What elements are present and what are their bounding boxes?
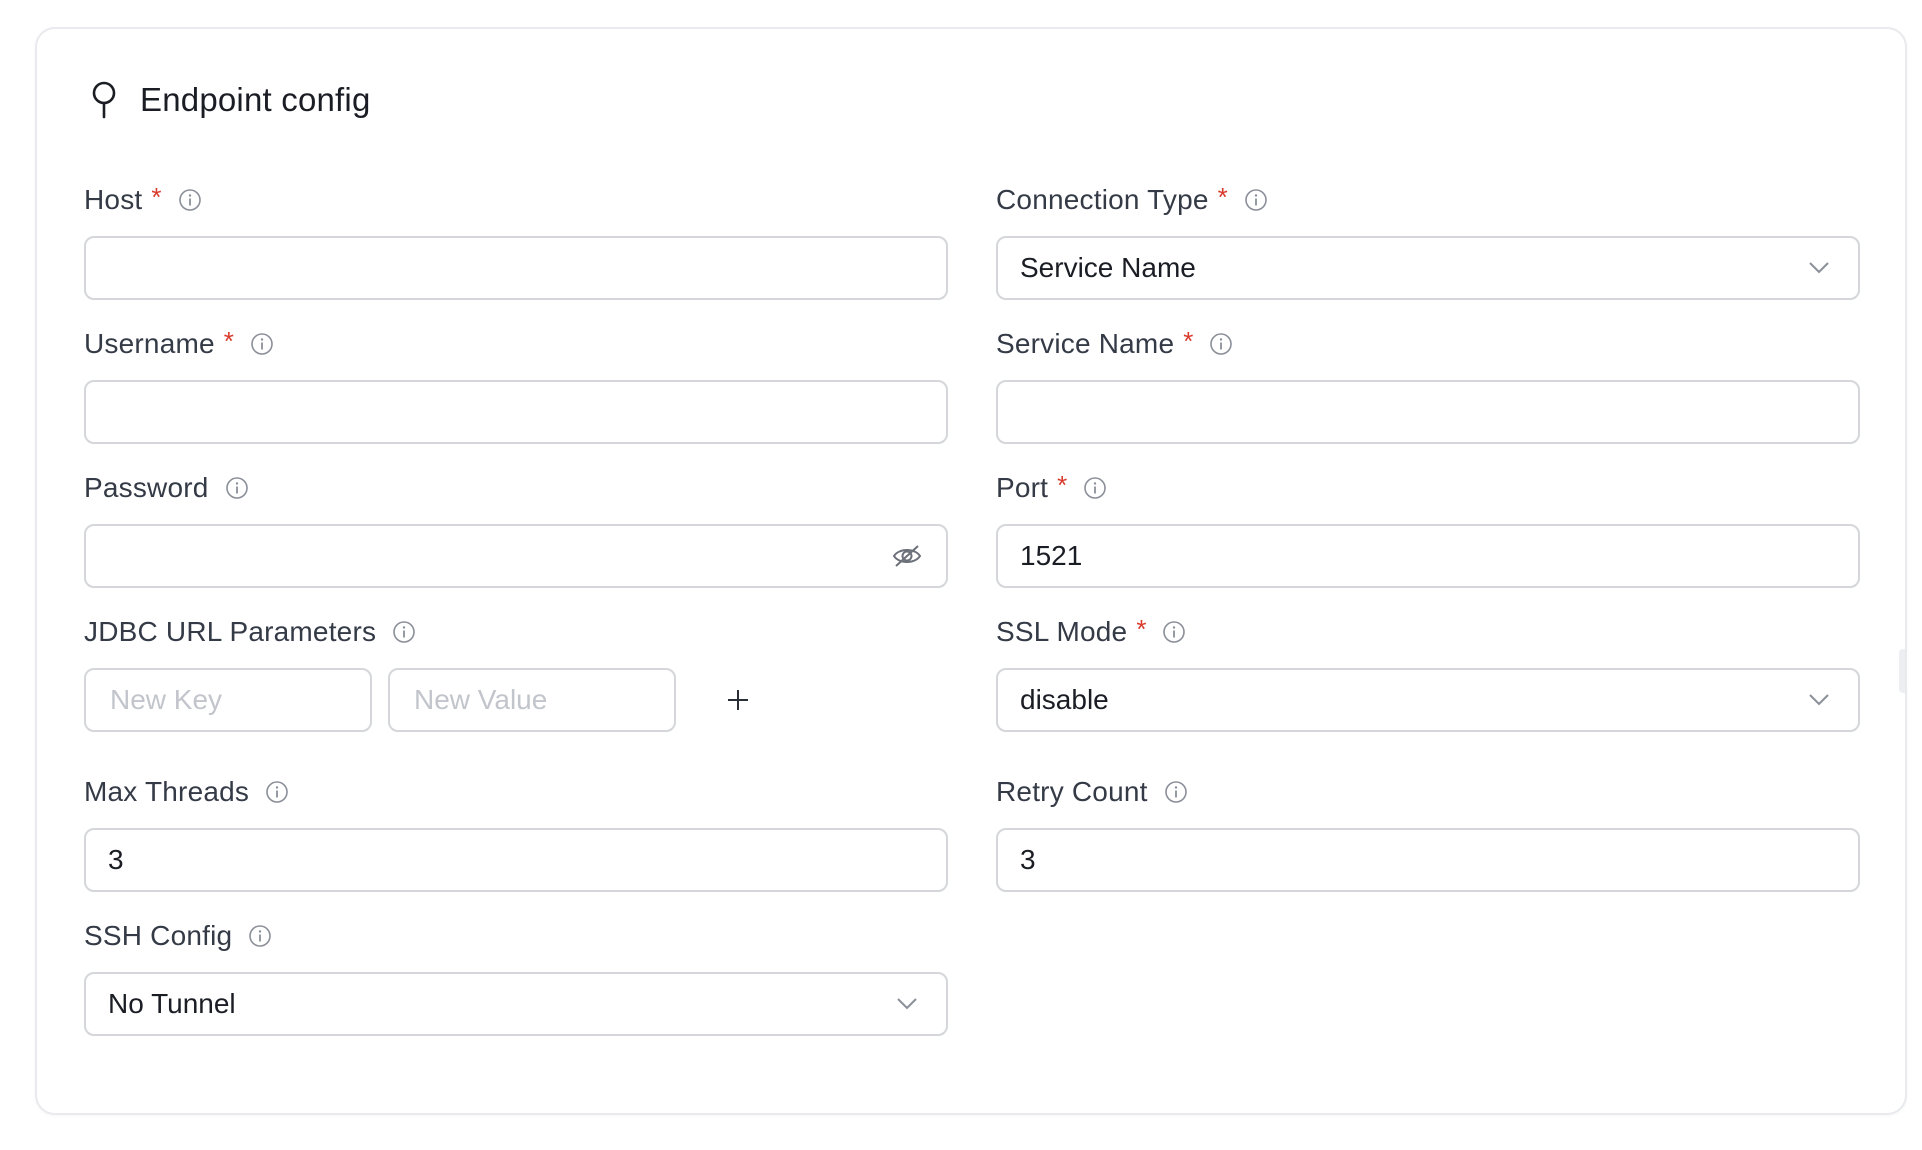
username-label-text: Username [84,328,215,359]
info-icon[interactable] [1083,476,1107,500]
password-label-text: Password [84,472,209,503]
ssl-mode-label-text: SSL Mode [996,616,1128,647]
jdbc-url-params-label-text: JDBC URL Parameters [84,616,377,647]
retry-count-input-value: 3 [1020,844,1036,875]
add-param-button[interactable] [716,678,760,722]
new-value-input[interactable]: New Value [388,668,676,732]
ssl-mode-select[interactable]: disable [996,668,1860,732]
max-threads-input[interactable]: 3 [84,828,948,892]
section-header: Endpoint config [88,80,371,120]
required-marker: * [223,325,234,356]
port-input-value: 1521 [1020,540,1083,571]
ssh-config-field: SSH Config No Tunnel [84,918,948,1036]
port-label-text: Port [996,472,1049,503]
ssh-config-label: SSH Config [84,918,948,954]
username-label: Username * [84,326,948,362]
scroll-edge-indicator [1899,649,1905,693]
host-label: Host * [84,182,948,218]
info-icon[interactable] [178,188,202,212]
connection-type-label-text: Connection Type [996,184,1209,215]
retry-count-label: Retry Count [996,774,1860,810]
service-name-field: Service Name * [996,326,1860,444]
new-value-placeholder: New Value [414,684,548,715]
host-label-text: Host [84,184,143,215]
connection-type-select[interactable]: Service Name [996,236,1860,300]
info-icon[interactable] [392,620,416,644]
jdbc-param-row: New Key New Value [84,668,760,732]
eye-off-icon[interactable] [890,539,924,573]
max-threads-input-value: 3 [108,844,124,875]
port-input[interactable]: 1521 [996,524,1860,588]
info-icon[interactable] [250,332,274,356]
max-threads-label: Max Threads [84,774,948,810]
host-input[interactable] [84,236,948,300]
required-marker: * [1057,469,1068,500]
port-label: Port * [996,470,1860,506]
ssh-config-select[interactable]: No Tunnel [84,972,948,1036]
ssl-mode-value: disable [1020,684,1109,715]
plus-icon [728,690,748,710]
password-field: Password [84,470,948,588]
username-field: Username * [84,326,948,444]
info-icon[interactable] [1164,780,1188,804]
connection-type-value: Service Name [1020,252,1196,283]
retry-count-label-text: Retry Count [996,776,1148,807]
info-icon[interactable] [1244,188,1268,212]
max-threads-field: Max Threads 3 [84,774,948,892]
ssh-config-label-text: SSH Config [84,920,233,951]
chevron-down-icon [1802,251,1836,285]
ssl-mode-label: SSL Mode * [996,614,1860,650]
info-icon[interactable] [248,924,272,948]
connection-type-field: Connection Type * Service Name [996,182,1860,300]
info-icon[interactable] [1209,332,1233,356]
jdbc-url-params-field: JDBC URL Parameters New Key New Value [84,614,948,732]
ssl-mode-field: SSL Mode * disable [996,614,1860,732]
password-label: Password [84,470,948,506]
required-marker: * [1183,325,1194,356]
retry-count-field: Retry Count 3 [996,774,1860,892]
new-key-input[interactable]: New Key [84,668,372,732]
info-icon[interactable] [265,780,289,804]
host-field: Host * [84,182,948,300]
info-icon[interactable] [225,476,249,500]
chevron-down-icon [1802,683,1836,717]
service-name-label-text: Service Name [996,328,1175,359]
required-marker: * [1136,613,1147,644]
new-key-placeholder: New Key [110,684,223,715]
retry-count-input[interactable]: 3 [996,828,1860,892]
service-name-input[interactable] [996,380,1860,444]
service-name-label: Service Name * [996,326,1860,362]
chevron-down-icon [890,987,924,1021]
ssh-config-value: No Tunnel [108,988,236,1019]
required-marker: * [151,181,162,212]
password-input[interactable] [84,524,948,588]
required-marker: * [1217,181,1228,212]
username-input[interactable] [84,380,948,444]
connection-type-label: Connection Type * [996,182,1860,218]
section-title: Endpoint config [140,81,371,118]
pin-icon [88,81,120,119]
port-field: Port * 1521 [996,470,1860,588]
max-threads-label-text: Max Threads [84,776,250,807]
info-icon[interactable] [1162,620,1186,644]
jdbc-url-params-label: JDBC URL Parameters [84,614,948,650]
